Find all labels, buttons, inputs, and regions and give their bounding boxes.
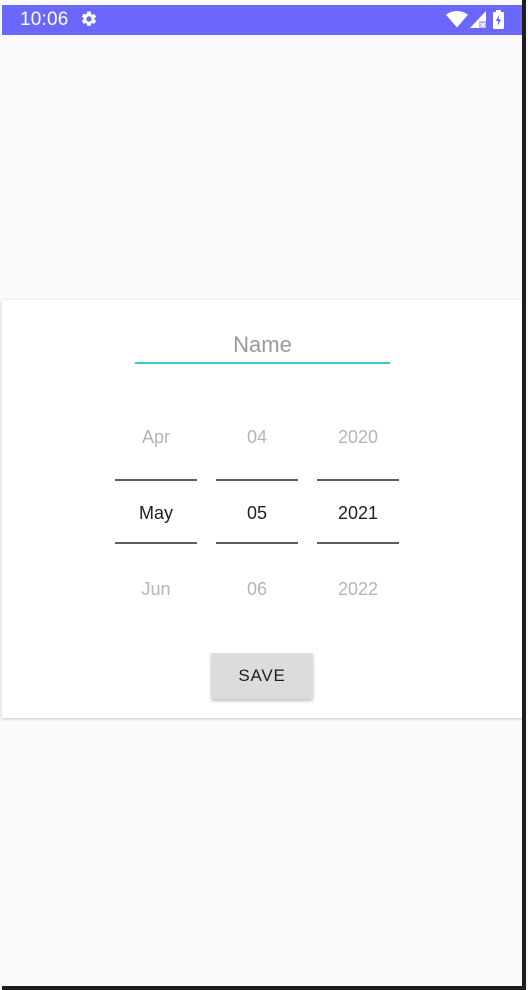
- day-picker-next-value[interactable]: 06: [216, 578, 298, 600]
- year-picker-previous-value[interactable]: 2020: [317, 426, 399, 448]
- month-picker[interactable]: Apr May Jun: [115, 412, 197, 604]
- year-picker[interactable]: 2020 2021 2022: [317, 412, 399, 604]
- day-picker-previous-value[interactable]: 04: [216, 426, 298, 448]
- cellular-signal-icon: [470, 11, 486, 28]
- day-picker-selected-value[interactable]: 05: [216, 502, 298, 524]
- phone-screen: 10:06 Apr May Jun 04: [2, 0, 526, 990]
- battery-charging-icon: [493, 10, 504, 29]
- year-picker-top-divider: [317, 479, 399, 481]
- day-picker-top-divider: [216, 479, 298, 481]
- month-picker-next-value[interactable]: Jun: [115, 578, 197, 600]
- day-picker-bottom-divider: [216, 542, 298, 544]
- day-picker[interactable]: 04 05 06: [216, 412, 298, 604]
- month-picker-previous-value[interactable]: Apr: [115, 426, 197, 448]
- month-picker-top-divider: [115, 479, 197, 481]
- month-picker-selected-value[interactable]: May: [115, 502, 197, 524]
- month-picker-bottom-divider: [115, 542, 197, 544]
- wifi-icon: [446, 11, 468, 28]
- year-picker-selected-value[interactable]: 2021: [317, 502, 399, 524]
- status-bar: 10:06: [2, 5, 522, 35]
- year-picker-bottom-divider: [317, 542, 399, 544]
- year-picker-next-value[interactable]: 2022: [317, 578, 399, 600]
- add-entry-dialog: Apr May Jun 04 05 06 2020 2021 2022 SAVE: [2, 300, 522, 718]
- name-input[interactable]: [135, 328, 390, 364]
- settings-icon: [81, 11, 97, 26]
- save-button[interactable]: SAVE: [211, 653, 313, 699]
- status-time: 10:06: [20, 9, 69, 30]
